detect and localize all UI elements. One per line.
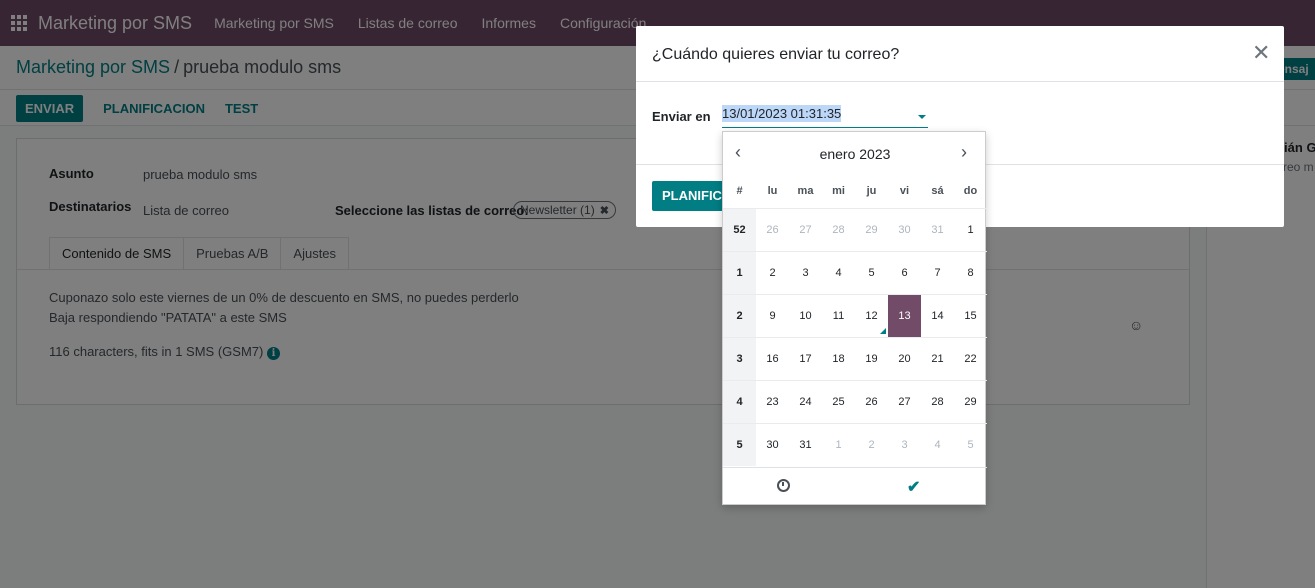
calendar-day[interactable]: 12	[855, 293, 888, 337]
calendar-day[interactable]: 27	[888, 379, 921, 423]
calendar-day-other-month[interactable]: 30	[888, 207, 921, 251]
calendar-day[interactable]: 6	[888, 250, 921, 294]
calendar-day-other-month[interactable]: 31	[921, 207, 954, 251]
calendar-day-other-month[interactable]: 2	[855, 422, 888, 466]
calendar-day-other-month[interactable]: 1	[822, 422, 855, 466]
week-number-header: #	[736, 184, 743, 197]
calendar-day[interactable]: 30	[756, 422, 789, 466]
calendar-day[interactable]: 8	[954, 250, 987, 294]
calendar-week-row: 5 30 31 1 2 3 4 5	[723, 422, 987, 466]
weekday-header: vi	[899, 184, 910, 197]
calendar-day[interactable]: 10	[789, 293, 822, 337]
weekday-header: ju	[866, 184, 877, 197]
calendar-day-other-month[interactable]: 29	[855, 207, 888, 251]
next-month-icon[interactable]: ›	[961, 142, 967, 163]
calendar-day[interactable]: 20	[888, 336, 921, 380]
weekday-header: do	[963, 184, 978, 197]
month-label[interactable]: enero 2023	[723, 146, 987, 162]
calendar-week-row: 4 23 24 25 26 27 28 29	[723, 379, 987, 423]
calendar-day[interactable]: 7	[921, 250, 954, 294]
calendar-day-other-month[interactable]: 27	[789, 207, 822, 251]
calendar-day[interactable]: 17	[789, 336, 822, 380]
calendar-day[interactable]: 26	[855, 379, 888, 423]
calendar-day[interactable]: 18	[822, 336, 855, 380]
week-number: 4	[723, 379, 756, 423]
week-number: 5	[723, 422, 756, 466]
calendar-day[interactable]: 23	[756, 379, 789, 423]
calendar-day[interactable]: 21	[921, 336, 954, 380]
calendar-week-row: 2 9 10 11 12 13 14 15	[723, 293, 987, 337]
calendar-day[interactable]: 16	[756, 336, 789, 380]
calendar-day[interactable]: 2	[756, 250, 789, 294]
calendar-day-selected[interactable]: 13	[888, 293, 921, 337]
week-number: 52	[723, 207, 756, 251]
calendar-day-other-month[interactable]: 4	[921, 422, 954, 466]
calendar-day[interactable]: 25	[822, 379, 855, 423]
calendar-day-other-month[interactable]: 28	[822, 207, 855, 251]
week-number: 2	[723, 293, 756, 337]
calendar-day[interactable]: 29	[954, 379, 987, 423]
calendar-day[interactable]: 22	[954, 336, 987, 380]
calendar-day-other-month[interactable]: 26	[756, 207, 789, 251]
calendar-week-row: 52 26 27 28 29 30 31 1	[723, 207, 987, 251]
calendar-day[interactable]: 15	[954, 293, 987, 337]
calendar-day[interactable]: 9	[756, 293, 789, 337]
send-at-datetime-input[interactable]: 13/01/2023 01:31:35	[722, 105, 928, 128]
weekday-header: lu	[767, 184, 778, 197]
calendar-day-other-month[interactable]: 3	[888, 422, 921, 466]
plan-button[interactable]: PLANIFICAR	[652, 181, 726, 211]
calendar-day[interactable]: 31	[789, 422, 822, 466]
clock-icon[interactable]	[777, 479, 790, 492]
calendar-day-other-month[interactable]: 5	[954, 422, 987, 466]
close-icon[interactable]: ✕	[1252, 42, 1270, 64]
calendar-day[interactable]: 5	[855, 250, 888, 294]
calendar-day[interactable]: 19	[855, 336, 888, 380]
dialog-title: ¿Cuándo quieres enviar tu correo?	[652, 46, 900, 63]
calendar-week-row: 12345678	[723, 250, 987, 294]
weekday-header: sá	[931, 184, 944, 197]
datepicker-popup: ‹ enero 2023 › # lu ma mi ju vi sá do 52 26 27 28 2…	[722, 131, 987, 505]
calendar-day[interactable]: 4	[822, 250, 855, 294]
calendar-week-row: 3 16 17 18 19 20 21 22	[723, 336, 987, 380]
send-at-label: Enviar en	[652, 109, 711, 124]
calendar-day[interactable]: 1	[954, 207, 987, 251]
weekday-header: ma	[797, 184, 814, 197]
calendar-day[interactable]: 14	[921, 293, 954, 337]
calendar-day[interactable]: 28	[921, 379, 954, 423]
send-at-value[interactable]: 13/01/2023 01:31:35	[722, 105, 842, 122]
calendar-grid: # lu ma mi ju vi sá do 52 26 27 28 29 30 31 1 1 2 3 4 5 6 7 8 2…	[723, 174, 987, 466]
calendar-day[interactable]: 11	[822, 293, 855, 337]
check-icon[interactable]: ✔	[907, 477, 920, 497]
weekday-header: mi	[832, 184, 845, 197]
week-number: 1	[723, 250, 756, 294]
caret-down-icon[interactable]	[918, 115, 926, 119]
week-number: 3	[723, 336, 756, 380]
calendar-day[interactable]: 3	[789, 250, 822, 294]
calendar-day[interactable]: 24	[789, 379, 822, 423]
